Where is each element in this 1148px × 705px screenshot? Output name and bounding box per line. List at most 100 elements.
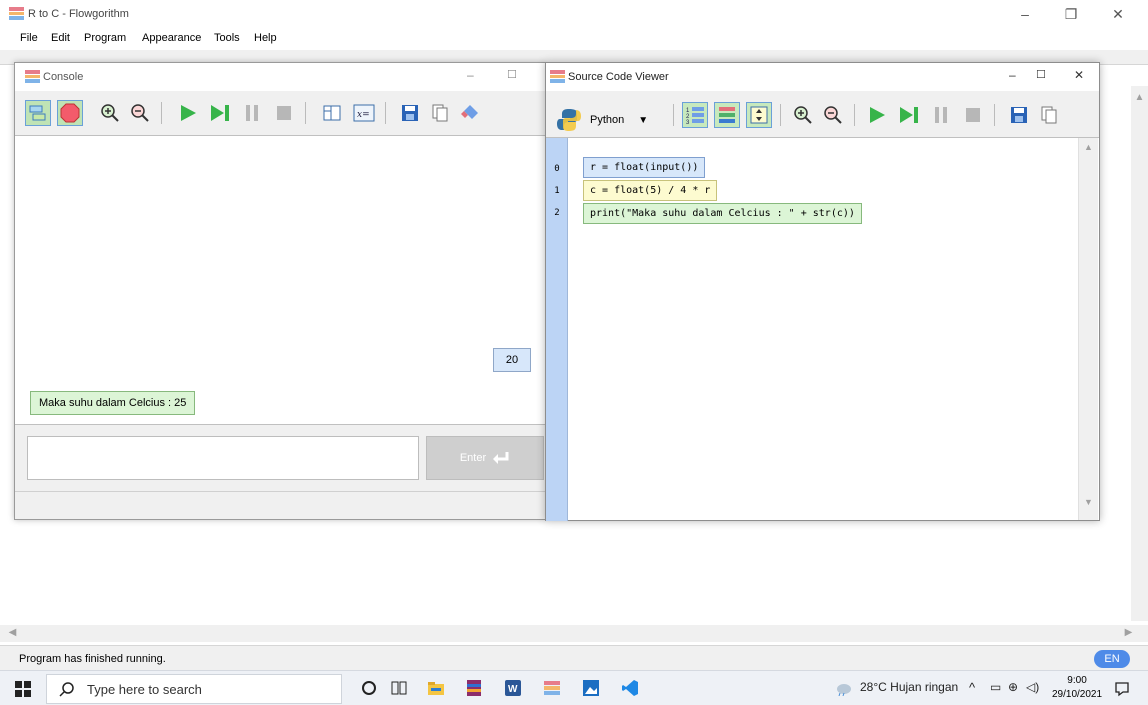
photos-icon[interactable] — [582, 679, 600, 697]
stop-button[interactable] — [271, 100, 297, 126]
console-input-field[interactable] — [27, 436, 419, 480]
viewer-copy-button[interactable] — [1036, 102, 1062, 128]
language-selected: Python — [590, 114, 625, 126]
fit-button[interactable] — [746, 102, 772, 128]
scroll-right-icon[interactable]: ▶ — [1120, 627, 1137, 638]
menu-file[interactable]: File — [16, 32, 42, 44]
battery-icon[interactable]: ▭ — [990, 680, 1001, 694]
clear-button[interactable] — [457, 100, 483, 126]
language-indicator[interactable]: EN — [1094, 650, 1130, 668]
code-line[interactable]: print("Maka suhu dalam Celcius : " + str… — [583, 203, 862, 224]
viewer-title: Source Code Viewer — [568, 71, 669, 83]
cortana-icon[interactable] — [360, 679, 378, 697]
python-logo-icon — [557, 109, 581, 131]
layout-button[interactable] — [319, 100, 345, 126]
viewer-pause-button[interactable] — [928, 102, 954, 128]
step-button[interactable] — [207, 100, 233, 126]
clock-date: 29/10/2021 — [1052, 689, 1103, 700]
variable-icon: x= — [353, 104, 375, 122]
canvas-horizontal-scrollbar[interactable]: ◀ ▶ — [0, 625, 1148, 642]
viewer-zoom-out-button[interactable] — [820, 102, 846, 128]
viewer-run-button[interactable] — [864, 102, 890, 128]
zoom-in-button[interactable] — [97, 100, 123, 126]
word-icon[interactable]: W — [504, 679, 522, 697]
pause-button[interactable] — [239, 100, 265, 126]
console-minimize-button[interactable]: – — [467, 68, 474, 82]
windows-start-icon[interactable] — [15, 681, 31, 697]
winrar-icon[interactable] — [465, 679, 483, 697]
copy-button[interactable] — [427, 100, 453, 126]
flowgorithm-taskbar-icon[interactable] — [543, 679, 561, 697]
network-icon[interactable]: ⊕ — [1008, 680, 1018, 694]
search-placeholder: Type here to search — [87, 681, 202, 697]
highlight-button[interactable] — [714, 102, 740, 128]
highlight-lines-icon — [719, 107, 735, 123]
enter-button[interactable]: Enter — [426, 436, 544, 480]
zoom-out-icon — [824, 106, 842, 124]
search-icon — [59, 682, 74, 697]
toolbar-separator — [994, 104, 995, 126]
console-titlebar: Console – ☐ — [15, 63, 545, 91]
viewer-maximize-button[interactable]: ☐ — [1036, 68, 1046, 81]
chevron-up-icon[interactable]: ^ — [969, 680, 975, 695]
flowgorithm-app: R to C - Flowgorithm – ❐ ✕ File Edit Pro… — [0, 0, 1148, 705]
save-icon — [1011, 107, 1027, 123]
viewer-step-button[interactable] — [896, 102, 922, 128]
menu-appearance[interactable]: Appearance — [138, 32, 205, 44]
weather-text[interactable]: 28°C Hujan ringan — [860, 680, 958, 694]
console-toolbar: x= — [15, 93, 545, 133]
layout-icon — [323, 105, 341, 121]
source-code-viewer-window: Source Code Viewer – ☐ ✕ Python ▼ 123 0 … — [545, 62, 1100, 521]
viewer-minimize-button[interactable]: – — [1009, 68, 1016, 82]
scroll-left-icon[interactable]: ◀ — [4, 627, 21, 638]
volume-icon[interactable]: ◁) — [1026, 680, 1039, 694]
code-line[interactable]: c = float(5) / 4 * r — [583, 180, 718, 201]
scroll-up-icon[interactable]: ▲ — [1131, 92, 1148, 103]
menu-bar: File Edit Program Appearance Tools Help — [0, 30, 1148, 50]
line-number: 0 — [554, 164, 560, 174]
run-button[interactable] — [175, 100, 201, 126]
scroll-down-icon[interactable]: ▼ — [1079, 497, 1098, 507]
menu-program[interactable]: Program — [80, 32, 130, 44]
line-numbers-button[interactable]: 123 — [682, 102, 708, 128]
viewer-save-button[interactable] — [1006, 102, 1032, 128]
language-dropdown[interactable]: Python ▼ — [556, 106, 648, 134]
step-icon — [900, 107, 918, 123]
output-mode-button[interactable] — [25, 100, 51, 126]
play-icon — [181, 105, 196, 121]
vscode-icon[interactable] — [621, 679, 639, 697]
taskbar-search-box[interactable]: Type here to search — [46, 674, 342, 704]
zoom-in-icon — [101, 104, 119, 122]
menu-edit[interactable]: Edit — [47, 32, 74, 44]
console-footer — [15, 491, 545, 519]
viewer-close-button[interactable]: ✕ — [1074, 68, 1084, 82]
zoom-out-button[interactable] — [127, 100, 153, 126]
scroll-up-icon[interactable]: ▲ — [1079, 142, 1098, 152]
flow-shapes-icon — [29, 105, 46, 121]
menu-help[interactable]: Help — [250, 32, 281, 44]
stop-output-button[interactable] — [57, 100, 83, 126]
weather-icon — [837, 684, 851, 696]
file-explorer-icon[interactable] — [427, 679, 445, 697]
viewer-vertical-scrollbar[interactable]: ▲ ▼ — [1078, 138, 1098, 520]
viewer-zoom-in-button[interactable] — [790, 102, 816, 128]
variable-watch-button[interactable]: x= — [351, 100, 377, 126]
close-button[interactable]: ✕ — [1103, 4, 1133, 24]
code-line[interactable]: r = float(input()) — [583, 157, 706, 178]
canvas-vertical-scrollbar[interactable]: ▲ — [1131, 86, 1148, 621]
play-icon — [870, 107, 885, 123]
notification-icon[interactable] — [1114, 681, 1130, 697]
status-bar: Program has finished running. EN — [0, 645, 1148, 670]
menu-tools[interactable]: Tools — [210, 32, 244, 44]
code-view: 0 1 2 r = float(input()) c = float(5) / … — [546, 137, 1099, 521]
task-view-icon[interactable] — [390, 679, 408, 697]
clock[interactable]: 9:00 29/10/2021 — [1052, 674, 1102, 702]
minimize-button[interactable]: – — [1010, 4, 1040, 24]
viewer-stop-button[interactable] — [960, 102, 986, 128]
maximize-button[interactable]: ❐ — [1056, 4, 1086, 24]
save-button[interactable] — [397, 100, 423, 126]
console-maximize-button[interactable]: ☐ — [507, 68, 517, 81]
chevron-down-icon: ▼ — [638, 114, 649, 126]
fit-height-icon — [750, 106, 768, 124]
enter-label: Enter — [459, 452, 487, 464]
